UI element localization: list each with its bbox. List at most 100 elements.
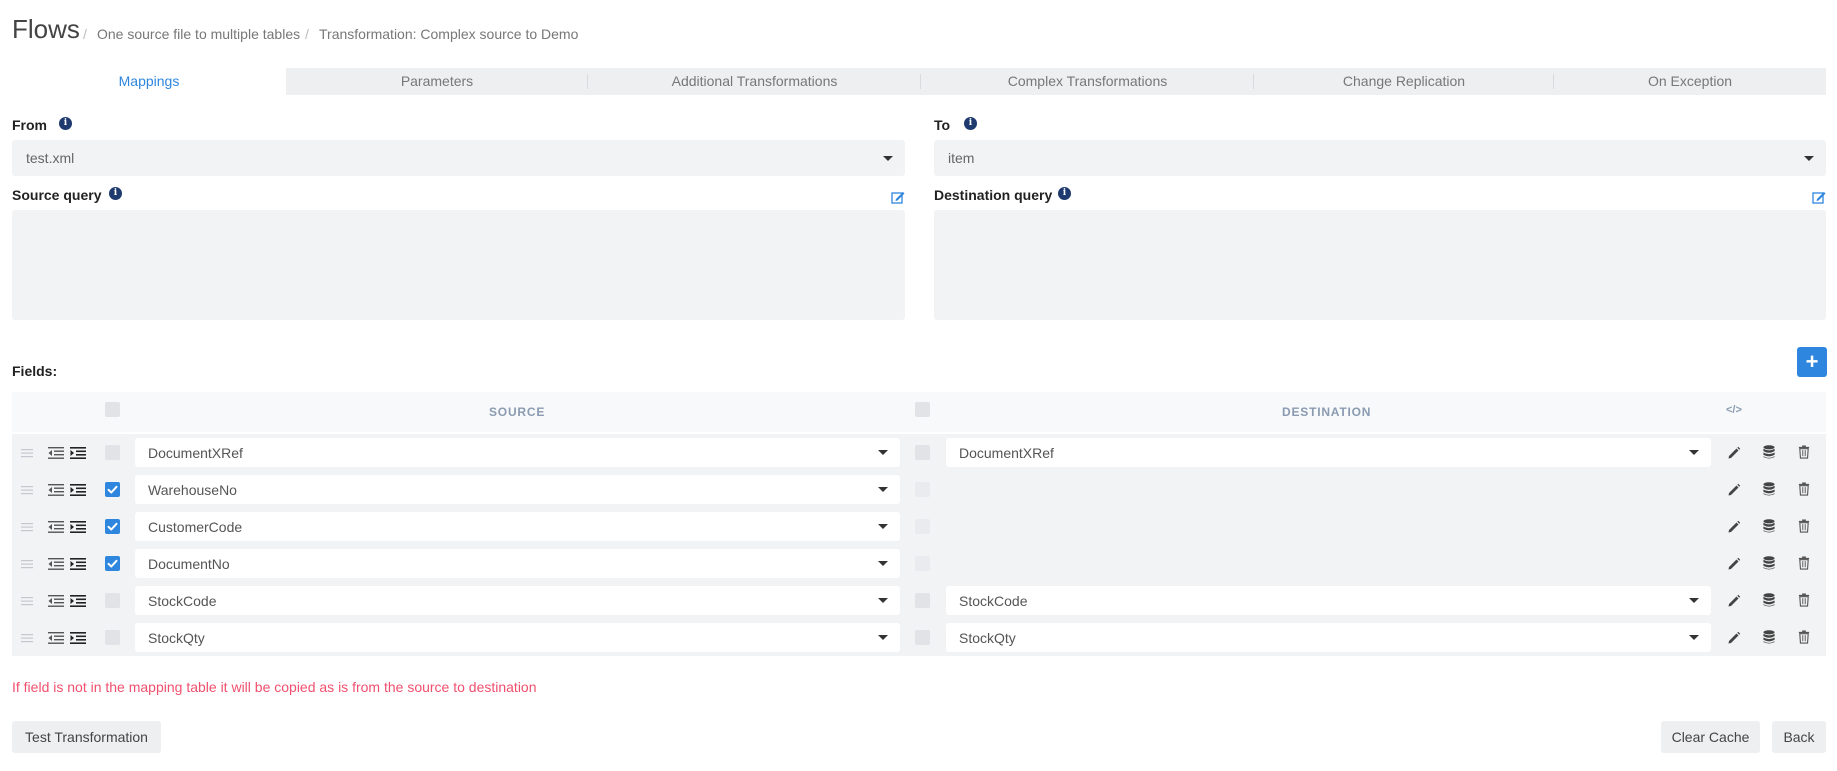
source-field-checkbox[interactable] bbox=[105, 519, 120, 534]
outdent-icon[interactable] bbox=[48, 447, 64, 459]
info-icon[interactable]: i bbox=[1058, 187, 1071, 200]
add-field-button[interactable]: + bbox=[1797, 347, 1827, 377]
database-icon[interactable] bbox=[1762, 519, 1776, 533]
destination-field-checkbox[interactable] bbox=[915, 519, 930, 534]
clear-cache-button[interactable]: Clear Cache bbox=[1661, 721, 1760, 753]
from-select[interactable]: test.xml bbox=[12, 140, 905, 176]
database-icon[interactable] bbox=[1762, 445, 1776, 459]
edit-icon[interactable] bbox=[891, 191, 905, 204]
database-icon[interactable] bbox=[1762, 593, 1776, 607]
select-all-destination-checkbox[interactable] bbox=[915, 402, 930, 417]
drag-handle-icon[interactable] bbox=[21, 633, 33, 643]
tab-mappings[interactable]: Mappings bbox=[12, 68, 286, 95]
indent-icon[interactable] bbox=[70, 447, 86, 459]
from-value: test.xml bbox=[26, 150, 75, 166]
tab-label: Complex Transformations bbox=[1007, 73, 1168, 89]
source-field-checkbox[interactable] bbox=[105, 556, 120, 571]
source-field-select[interactable]: CustomerCode bbox=[135, 512, 900, 541]
source-field-checkbox[interactable] bbox=[105, 445, 120, 460]
database-icon[interactable] bbox=[1762, 630, 1776, 644]
destination-field-select[interactable]: StockCode bbox=[946, 586, 1711, 615]
database-icon[interactable] bbox=[1762, 556, 1776, 570]
pencil-icon[interactable] bbox=[1727, 631, 1741, 645]
chevron-down-icon bbox=[1689, 450, 1699, 455]
source-field-checkbox[interactable] bbox=[105, 630, 120, 645]
outdent-icon[interactable] bbox=[48, 558, 64, 570]
source-query-input[interactable] bbox=[12, 210, 905, 320]
destination-field-select[interactable]: DocumentXRef bbox=[946, 438, 1711, 467]
chevron-down-icon bbox=[878, 635, 888, 640]
drag-handle-icon[interactable] bbox=[21, 559, 33, 569]
edit-icon[interactable] bbox=[1812, 191, 1826, 204]
trash-icon[interactable] bbox=[1797, 630, 1811, 644]
source-field-checkbox[interactable] bbox=[105, 482, 120, 497]
destination-field-checkbox[interactable] bbox=[915, 593, 930, 608]
code-icon[interactable]: </> bbox=[1726, 404, 1742, 416]
indent-icon[interactable] bbox=[70, 595, 86, 607]
to-select[interactable]: item bbox=[934, 140, 1826, 176]
tab-additional-transformations[interactable]: Additional Transformations bbox=[588, 68, 921, 95]
source-field-select[interactable]: DocumentNo bbox=[135, 549, 900, 578]
tab-complex-transformations[interactable]: Complex Transformations bbox=[921, 68, 1254, 95]
pencil-icon[interactable] bbox=[1727, 594, 1741, 608]
tab-label: Change Replication bbox=[1342, 73, 1466, 89]
chevron-down-icon bbox=[1804, 156, 1814, 161]
tab-bar: Mappings Parameters Additional Transform… bbox=[12, 68, 1826, 95]
pencil-icon[interactable] bbox=[1727, 520, 1741, 534]
drag-handle-icon[interactable] bbox=[21, 485, 33, 495]
indent-icon[interactable] bbox=[70, 521, 86, 533]
destination-field-checkbox[interactable] bbox=[915, 445, 930, 460]
trash-icon[interactable] bbox=[1797, 482, 1811, 496]
chevron-down-icon bbox=[878, 561, 888, 566]
to-value: item bbox=[948, 150, 975, 166]
destination-field-checkbox[interactable] bbox=[915, 630, 930, 645]
source-column-header: SOURCE bbox=[489, 405, 546, 419]
source-field-select[interactable]: StockCode bbox=[135, 586, 900, 615]
drag-handle-icon[interactable] bbox=[21, 596, 33, 606]
outdent-icon[interactable] bbox=[48, 632, 64, 644]
destination-field-checkbox[interactable] bbox=[915, 482, 930, 497]
destination-query-label: Destination query bbox=[934, 187, 1053, 203]
source-field-checkbox[interactable] bbox=[105, 593, 120, 608]
test-transformation-button[interactable]: Test Transformation bbox=[12, 721, 161, 753]
back-button[interactable]: Back bbox=[1772, 721, 1826, 753]
chevron-down-icon bbox=[878, 487, 888, 492]
tab-change-replication[interactable]: Change Replication bbox=[1254, 68, 1554, 95]
pencil-icon[interactable] bbox=[1727, 483, 1741, 497]
trash-icon[interactable] bbox=[1797, 556, 1811, 570]
info-icon[interactable]: i bbox=[109, 187, 122, 200]
trash-icon[interactable] bbox=[1797, 593, 1811, 607]
destination-field-value: DocumentXRef bbox=[959, 445, 1054, 461]
chevron-down-icon bbox=[878, 598, 888, 603]
breadcrumb-item-flow[interactable]: One source file to multiple tables bbox=[97, 26, 300, 42]
info-icon[interactable]: i bbox=[59, 117, 72, 130]
chevron-down-icon bbox=[883, 156, 893, 161]
trash-icon[interactable] bbox=[1797, 445, 1811, 459]
outdent-icon[interactable] bbox=[48, 484, 64, 496]
pencil-icon[interactable] bbox=[1727, 446, 1741, 460]
indent-icon[interactable] bbox=[70, 484, 86, 496]
mapping-hint-text: If field is not in the mapping table it … bbox=[12, 679, 537, 695]
tab-label: Mappings bbox=[118, 73, 180, 89]
destination-field-checkbox[interactable] bbox=[915, 556, 930, 571]
destination-field-select[interactable]: StockQty bbox=[946, 623, 1711, 652]
source-field-select[interactable]: DocumentXRef bbox=[135, 438, 900, 467]
trash-icon[interactable] bbox=[1797, 519, 1811, 533]
table-header: SOURCE DESTINATION </> bbox=[12, 392, 1826, 432]
outdent-icon[interactable] bbox=[48, 595, 64, 607]
drag-handle-icon[interactable] bbox=[21, 522, 33, 532]
source-field-select[interactable]: WarehouseNo bbox=[135, 475, 900, 504]
select-all-source-checkbox[interactable] bbox=[105, 402, 120, 417]
destination-query-input[interactable] bbox=[934, 210, 1826, 320]
database-icon[interactable] bbox=[1762, 482, 1776, 496]
pencil-icon[interactable] bbox=[1727, 557, 1741, 571]
info-icon[interactable]: i bbox=[964, 117, 977, 130]
tab-on-exception[interactable]: On Exception bbox=[1554, 68, 1826, 95]
source-field-value: DocumentNo bbox=[148, 556, 230, 572]
tab-parameters[interactable]: Parameters bbox=[286, 68, 588, 95]
drag-handle-icon[interactable] bbox=[21, 448, 33, 458]
indent-icon[interactable] bbox=[70, 632, 86, 644]
source-field-select[interactable]: StockQty bbox=[135, 623, 900, 652]
outdent-icon[interactable] bbox=[48, 521, 64, 533]
indent-icon[interactable] bbox=[70, 558, 86, 570]
